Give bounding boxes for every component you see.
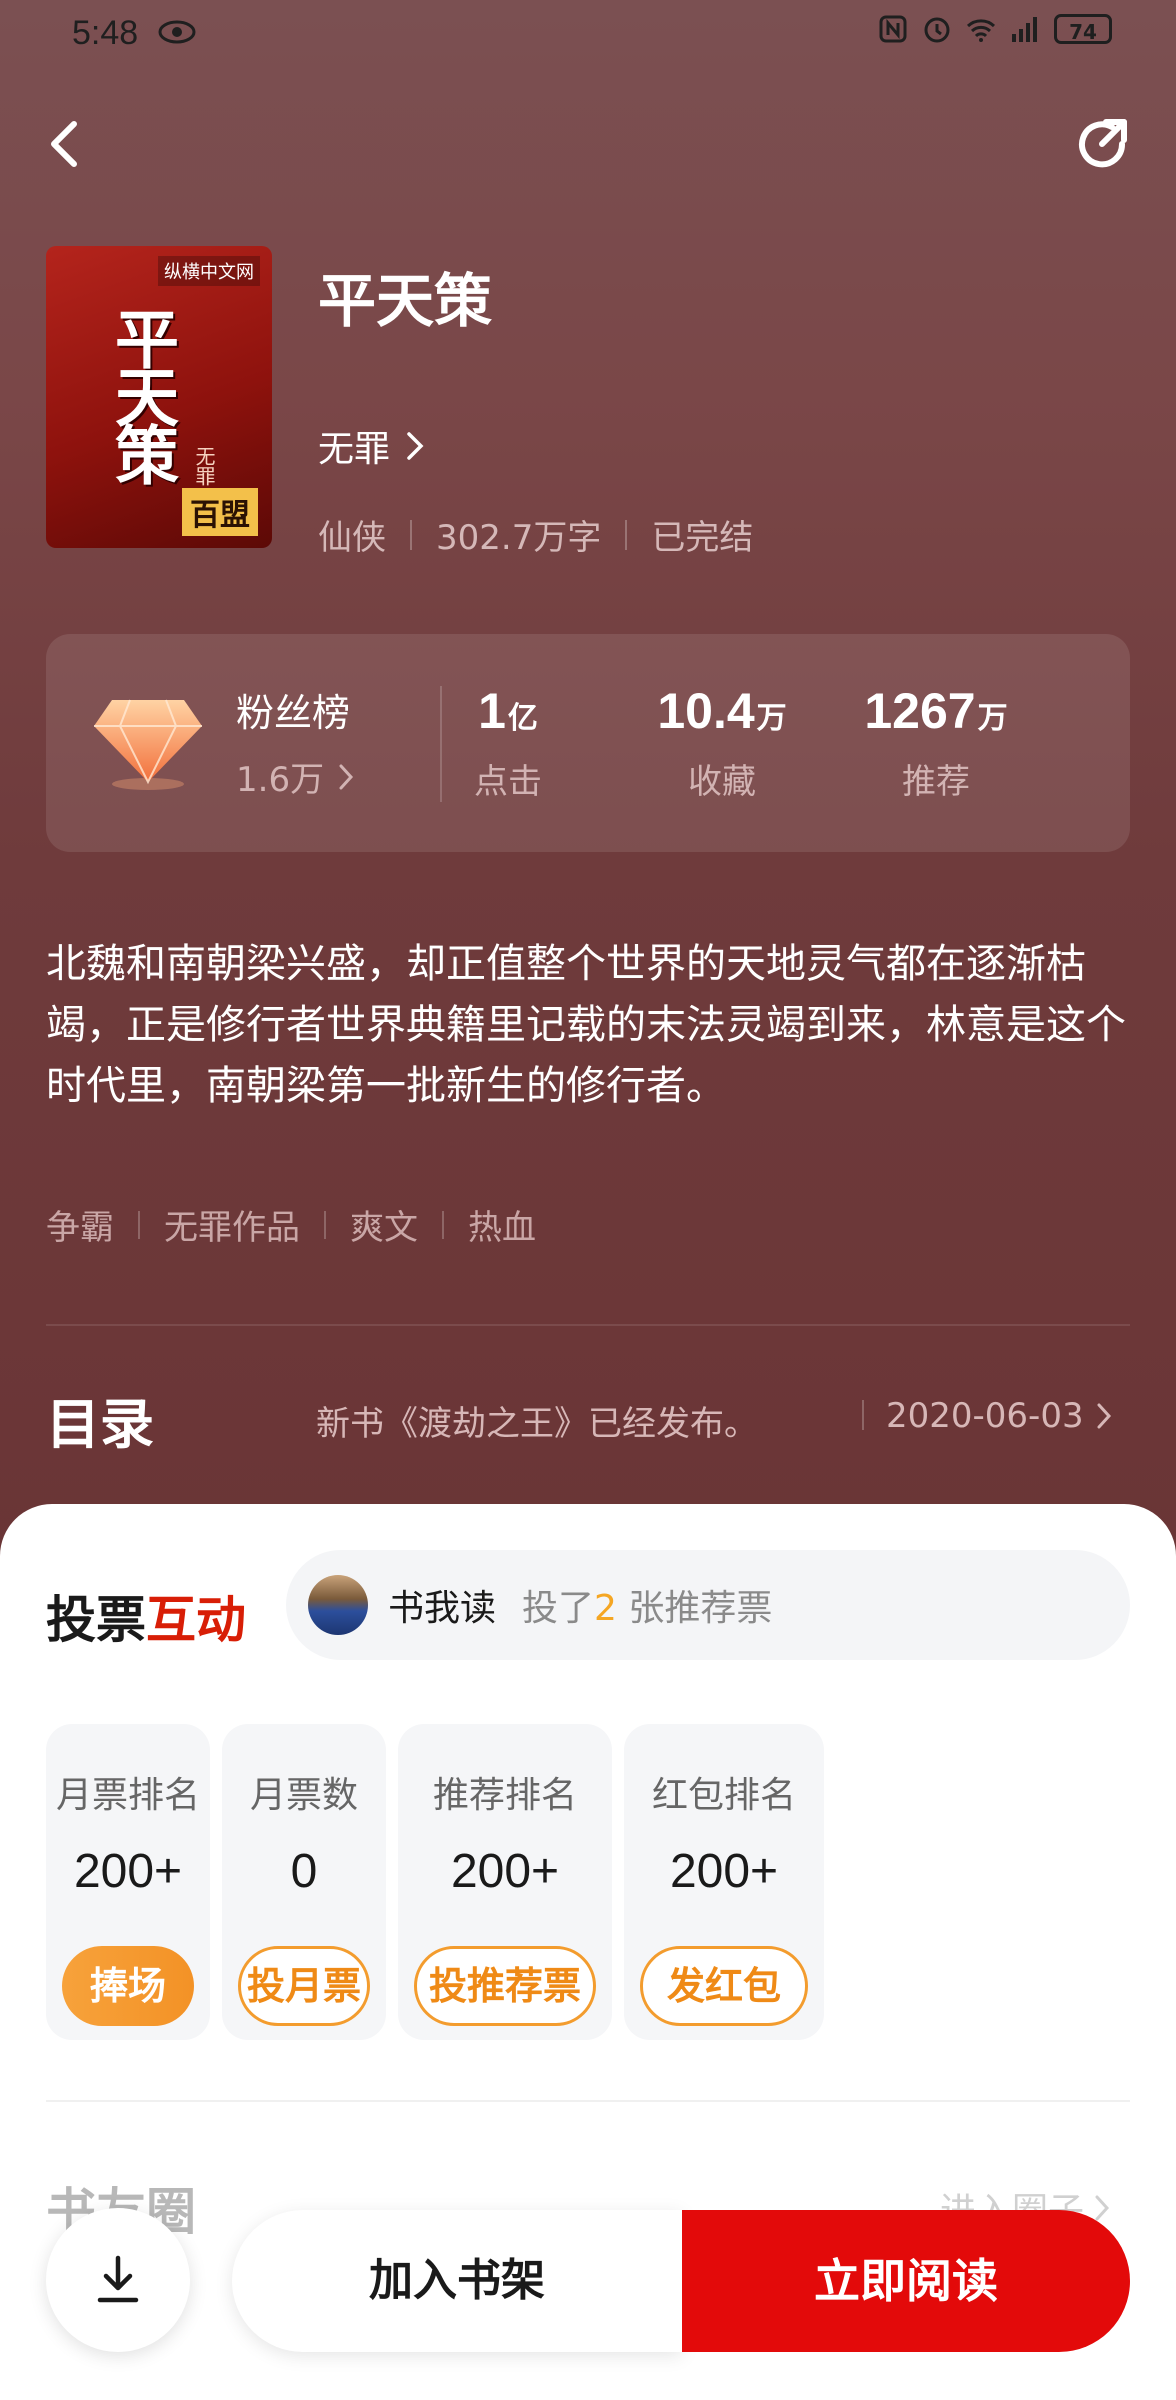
vote-cards: 月票排名 200+ 捧场 月票数 0 投月票 推荐排名 200+ 投推荐票 红包… bbox=[46, 1724, 1146, 2044]
tag-item[interactable]: 争霸 bbox=[46, 1200, 114, 1249]
tag-item[interactable]: 爽文 bbox=[350, 1200, 418, 1249]
book-status: 已完结 bbox=[651, 518, 754, 558]
feed-text: 投了2 张推荐票 bbox=[522, 1579, 772, 1631]
stat-label: 收藏 bbox=[688, 762, 756, 802]
add-to-shelf-button[interactable]: 加入书架 bbox=[232, 2210, 682, 2352]
vote-card-label: 推荐排名 bbox=[432, 1775, 577, 1816]
vote-heading: 投票互动 bbox=[46, 1580, 246, 1652]
feed-text-pre: 投了 bbox=[522, 1588, 595, 1629]
tag-item[interactable]: 无罪作品 bbox=[164, 1200, 300, 1249]
status-time: 5:48 bbox=[72, 14, 139, 52]
stat-collections: 10.4万 收藏 bbox=[622, 682, 822, 803]
chevron-right-icon bbox=[339, 764, 354, 789]
toc-latest-chapter[interactable]: 新书《渡劫之王》已经发布。 bbox=[316, 1396, 758, 1445]
vote-card-monthly-tickets: 月票数 0 投月票 bbox=[222, 1724, 386, 2040]
vote-card-monthly-rank: 月票排名 200+ 捧场 bbox=[46, 1724, 210, 2040]
tag-divider bbox=[442, 1210, 444, 1239]
status-bar: 5:48 74 bbox=[0, 0, 1176, 70]
cover-publisher-logo: 纵横中文网 bbox=[158, 256, 260, 286]
chevron-right-icon bbox=[1097, 1403, 1111, 1429]
tag-divider bbox=[138, 1210, 140, 1239]
cover-title: 平天策 bbox=[104, 306, 179, 480]
cover-author: 无罪 bbox=[192, 446, 216, 486]
eye-icon bbox=[158, 20, 196, 44]
book-genre: 仙侠 bbox=[318, 518, 386, 558]
author-name: 无罪 bbox=[318, 429, 391, 470]
section-divider bbox=[46, 1324, 1130, 1326]
stat-value: 1267 bbox=[864, 683, 976, 739]
vote-card-red-packet-rank: 红包排名 200+ 发红包 bbox=[624, 1724, 824, 2040]
battery-icon: 74 bbox=[1054, 14, 1112, 44]
stats-card: 粉丝榜 1.6万 1亿 点击 10.4万 收藏 1267万 推荐 bbox=[46, 634, 1130, 852]
fan-count: 1.6万 bbox=[236, 760, 325, 800]
stat-unit: 亿 bbox=[507, 702, 538, 735]
bottom-action-bar: 加入书架 立即阅读 bbox=[0, 2196, 1176, 2400]
feed-text-post: 张推荐票 bbox=[628, 1588, 773, 1629]
avatar bbox=[308, 1575, 368, 1635]
read-now-button[interactable]: 立即阅读 bbox=[682, 2210, 1130, 2352]
feed-user-name: 书我读 bbox=[388, 1588, 497, 1629]
stat-recommendations: 1267万 推荐 bbox=[836, 682, 1036, 803]
book-synopsis[interactable]: 北魏和南朝梁兴盛，却正值整个世界的天地灵气都在逐渐枯竭，正是修行者世界典籍里记载… bbox=[46, 934, 1136, 1117]
stat-unit: 万 bbox=[756, 702, 787, 735]
vote-card-recommend-rank: 推荐排名 200+ 投推荐票 bbox=[398, 1724, 612, 2040]
back-button[interactable] bbox=[40, 114, 90, 174]
stat-value: 10.4 bbox=[657, 683, 755, 739]
book-word-count: 302.7万字 bbox=[436, 518, 602, 558]
vote-heading-accent: 互动 bbox=[146, 1590, 246, 1649]
tag-list: 争霸 无罪作品 爽文 热血 bbox=[46, 1200, 536, 1249]
book-title: 平天策 bbox=[318, 267, 493, 335]
vote-card-value: 200+ bbox=[450, 1845, 560, 1898]
stat-unit: 万 bbox=[977, 702, 1008, 735]
signal-4g-icon bbox=[1012, 17, 1037, 42]
status-icons: 74 bbox=[878, 14, 1112, 44]
toc-divider bbox=[862, 1400, 864, 1430]
fan-rank-label[interactable]: 粉丝榜 bbox=[236, 682, 350, 737]
red-packet-button[interactable]: 发红包 bbox=[640, 1946, 808, 2026]
toc-link[interactable]: 2020-06-03 bbox=[886, 1396, 1112, 1436]
toc-title[interactable]: 目录 bbox=[46, 1380, 154, 1459]
meta-divider bbox=[625, 519, 628, 550]
book-meta: 仙侠 302.7万字 已完结 bbox=[318, 510, 753, 559]
diamond-icon bbox=[94, 699, 202, 790]
monthly-ticket-button[interactable]: 投月票 bbox=[238, 1946, 370, 2026]
download-icon bbox=[97, 2255, 139, 2303]
nfc-icon bbox=[879, 15, 907, 43]
meta-divider bbox=[410, 519, 412, 550]
chevron-right-icon bbox=[407, 432, 424, 460]
wifi-icon bbox=[966, 19, 996, 42]
vote-card-label: 红包排名 bbox=[651, 1775, 796, 1816]
stat-label: 推荐 bbox=[902, 762, 970, 802]
vote-card-value: 0 bbox=[290, 1845, 318, 1898]
recommend-ticket-button[interactable]: 投推荐票 bbox=[414, 1946, 596, 2026]
section-divider bbox=[46, 2100, 1130, 2102]
stat-label: 点击 bbox=[474, 762, 542, 802]
support-button[interactable]: 捧场 bbox=[62, 1946, 194, 2026]
vote-card-value: 200+ bbox=[669, 1845, 779, 1898]
share-icon[interactable] bbox=[1072, 114, 1136, 178]
vote-card-label: 月票排名 bbox=[55, 1775, 200, 1816]
download-button[interactable] bbox=[46, 2208, 190, 2352]
vote-heading-main: 投票 bbox=[46, 1590, 146, 1649]
fan-count-link[interactable]: 1.6万 bbox=[236, 752, 354, 801]
toc-date: 2020-06-03 bbox=[886, 1396, 1084, 1436]
cover-badge: 百盟 bbox=[182, 488, 258, 536]
vote-card-label: 月票数 bbox=[249, 1775, 358, 1816]
stat-clicks: 1亿 点击 bbox=[408, 682, 608, 803]
feed-count: 2 bbox=[594, 1588, 617, 1629]
author-link[interactable]: 无罪 bbox=[318, 420, 424, 472]
tag-item[interactable]: 热血 bbox=[468, 1200, 536, 1249]
book-cover[interactable]: 纵横中文网 平天策 无罪 百盟 bbox=[46, 246, 272, 548]
alarm-icon bbox=[924, 17, 950, 43]
vote-activity-feed[interactable]: 书我读 投了2 张推荐票 bbox=[286, 1550, 1130, 1660]
vote-card-value: 200+ bbox=[73, 1845, 183, 1898]
stat-value: 1 bbox=[478, 683, 506, 739]
tag-divider bbox=[324, 1210, 326, 1239]
